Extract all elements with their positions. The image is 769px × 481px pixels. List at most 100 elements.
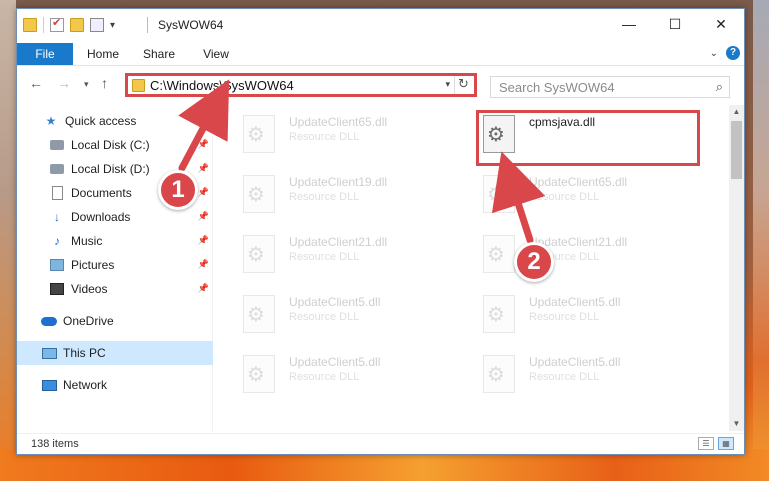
address-bar[interactable]: C:\Windows\SysWOW64 ▾ ↻	[125, 73, 477, 97]
toolbar-divider	[43, 17, 44, 33]
sidebar-item-this-pc[interactable]: This PC	[17, 341, 213, 365]
dll-file-icon	[483, 295, 515, 333]
details-view-icon[interactable]: ☰	[698, 437, 714, 450]
tab-file[interactable]: File	[17, 43, 73, 65]
sidebar-item-label: OneDrive	[63, 314, 114, 328]
pin-icon[interactable]: 📌	[198, 283, 209, 294]
new-folder-icon[interactable]	[70, 18, 84, 32]
back-arrow-icon[interactable]: ←	[29, 75, 43, 91]
folder-icon	[23, 18, 37, 32]
file-type: Resource DLL	[289, 131, 360, 143]
pin-icon[interactable]: 📌	[198, 259, 209, 270]
scroll-down-icon[interactable]: ▼	[729, 417, 744, 431]
sidebar-item-pictures[interactable]: Pictures 📌	[17, 253, 213, 277]
large-icons-view-icon[interactable]: ▦	[718, 437, 734, 450]
file-name: UpdateClient65.dll	[529, 175, 628, 189]
help-icon[interactable]: ?	[726, 46, 740, 60]
file-item[interactable]: UpdateClient5.dll Resource DLL	[235, 289, 455, 339]
file-item[interactable]: UpdateClient65.dll Resource DLL	[475, 169, 695, 219]
sidebar-item-music[interactable]: ♪ Music 📌	[17, 229, 213, 253]
scroll-up-icon[interactable]: ▲	[729, 105, 744, 119]
sidebar-item-videos[interactable]: Videos 📌	[17, 277, 213, 301]
file-name: UpdateClient5.dll	[529, 355, 621, 369]
dll-file-icon	[483, 355, 515, 393]
maximize-button[interactable]: ☐	[652, 9, 698, 39]
address-dropdown-icon[interactable]: ▾	[445, 79, 450, 90]
expand-ribbon-chevron-icon[interactable]: ⌄	[710, 48, 718, 59]
vertical-scrollbar[interactable]: ▲ ▼	[729, 105, 744, 431]
file-type: Resource DLL	[289, 311, 360, 323]
sidebar-item-label: Videos	[71, 282, 108, 296]
address-path[interactable]: C:\Windows\SysWOW64	[150, 78, 294, 93]
file-type: Resource DLL	[289, 371, 360, 383]
forward-arrow-icon[interactable]: →	[57, 75, 71, 91]
sidebar-item-label: Music	[71, 234, 103, 248]
sidebar-item-quick-access[interactable]: ★ Quick access	[17, 109, 213, 133]
dll-file-icon	[243, 295, 275, 333]
customize-toolbar-chevron-icon[interactable]: ▾	[110, 20, 115, 31]
computer-icon	[41, 345, 57, 361]
refresh-icon[interactable]: ↻	[454, 76, 472, 94]
recent-locations-chevron-icon[interactable]: ▾	[84, 79, 89, 90]
dll-file-icon	[243, 175, 275, 213]
file-name: UpdateClient5.dll	[529, 295, 621, 309]
sidebar-item-onedrive[interactable]: OneDrive	[17, 309, 213, 333]
sidebar-item-local-disk-c[interactable]: Local Disk (C:) 📌	[17, 133, 213, 157]
folder-icon	[132, 79, 145, 92]
file-type: Resource DLL	[289, 251, 360, 263]
videos-icon	[49, 281, 65, 297]
navigation-pane: ★ Quick access Local Disk (C:) 📌 Local D…	[17, 105, 213, 431]
file-item[interactable]: UpdateClient65.dll Resource DLL	[235, 109, 455, 159]
pin-icon[interactable]: 📌	[198, 187, 209, 198]
ribbon-tabs: File Home Share View ⌄ ?	[17, 41, 744, 66]
close-button[interactable]: ✕	[698, 9, 744, 39]
search-placeholder: Search SysWOW64	[499, 80, 615, 95]
navigation-bar: ← → ▾ ↑ C:\Windows\SysWOW64 ▾ ↻ Search S…	[17, 67, 744, 101]
cloud-icon	[41, 313, 57, 329]
pin-icon[interactable]: 📌	[198, 139, 209, 150]
tab-view[interactable]: View	[195, 43, 237, 65]
step-2-badge: 2	[514, 242, 554, 282]
caption-buttons: — ☐ ✕	[606, 9, 744, 39]
dll-file-icon	[243, 355, 275, 393]
file-explorer-window: ▾ SysWOW64 — ☐ ✕ File Home Share View ⌄ …	[16, 8, 745, 455]
sidebar-item-label: Network	[63, 378, 108, 392]
download-icon: ↓	[54, 210, 60, 224]
file-item[interactable]: UpdateClient21.dll Resource DLL	[475, 229, 695, 279]
checkmark-icon[interactable]	[50, 16, 64, 32]
quick-access-toolbar: ▾	[23, 16, 115, 33]
file-item[interactable]: UpdateClient5.dll Resource DLL	[235, 349, 455, 399]
title-bar: ▾ SysWOW64 — ☐ ✕	[17, 9, 744, 41]
sidebar-item-label: Documents	[71, 186, 132, 200]
dll-file-icon	[483, 235, 515, 273]
scrollbar-thumb[interactable]	[731, 121, 742, 179]
tab-home[interactable]: Home	[81, 43, 125, 65]
status-bar: 138 items ☰ ▦	[17, 433, 744, 454]
file-type: Resource DLL	[289, 191, 360, 203]
sidebar-item-label: This PC	[63, 346, 106, 360]
tab-share[interactable]: Share	[137, 43, 181, 65]
window-title: SysWOW64	[158, 18, 224, 32]
ribbon-controls: ⌄ ?	[710, 46, 740, 60]
minimize-button[interactable]: —	[606, 9, 652, 39]
file-item[interactable]: UpdateClient5.dll Resource DLL	[475, 349, 695, 399]
properties-icon[interactable]	[90, 18, 104, 32]
up-arrow-icon[interactable]: ↑	[101, 75, 108, 91]
file-item[interactable]: UpdateClient5.dll Resource DLL	[475, 289, 695, 339]
pin-icon[interactable]: 📌	[198, 235, 209, 246]
step-1-badge: 1	[158, 170, 198, 210]
search-input[interactable]: Search SysWOW64 ⌕	[490, 76, 730, 98]
file-name: UpdateClient65.dll	[289, 115, 388, 129]
file-name: UpdateClient19.dll	[289, 175, 388, 189]
pin-icon[interactable]: 📌	[198, 211, 209, 222]
pictures-icon	[49, 257, 65, 273]
title-divider	[147, 17, 148, 33]
sidebar-item-network[interactable]: Network	[17, 373, 213, 397]
file-item[interactable]: UpdateClient21.dll Resource DLL	[235, 229, 455, 279]
network-icon	[41, 377, 57, 393]
dll-file-icon	[243, 235, 275, 273]
search-icon[interactable]: ⌕	[716, 79, 723, 95]
sidebar-item-label: Pictures	[71, 258, 115, 272]
file-item[interactable]: UpdateClient19.dll Resource DLL	[235, 169, 455, 219]
pin-icon[interactable]: 📌	[198, 163, 209, 174]
